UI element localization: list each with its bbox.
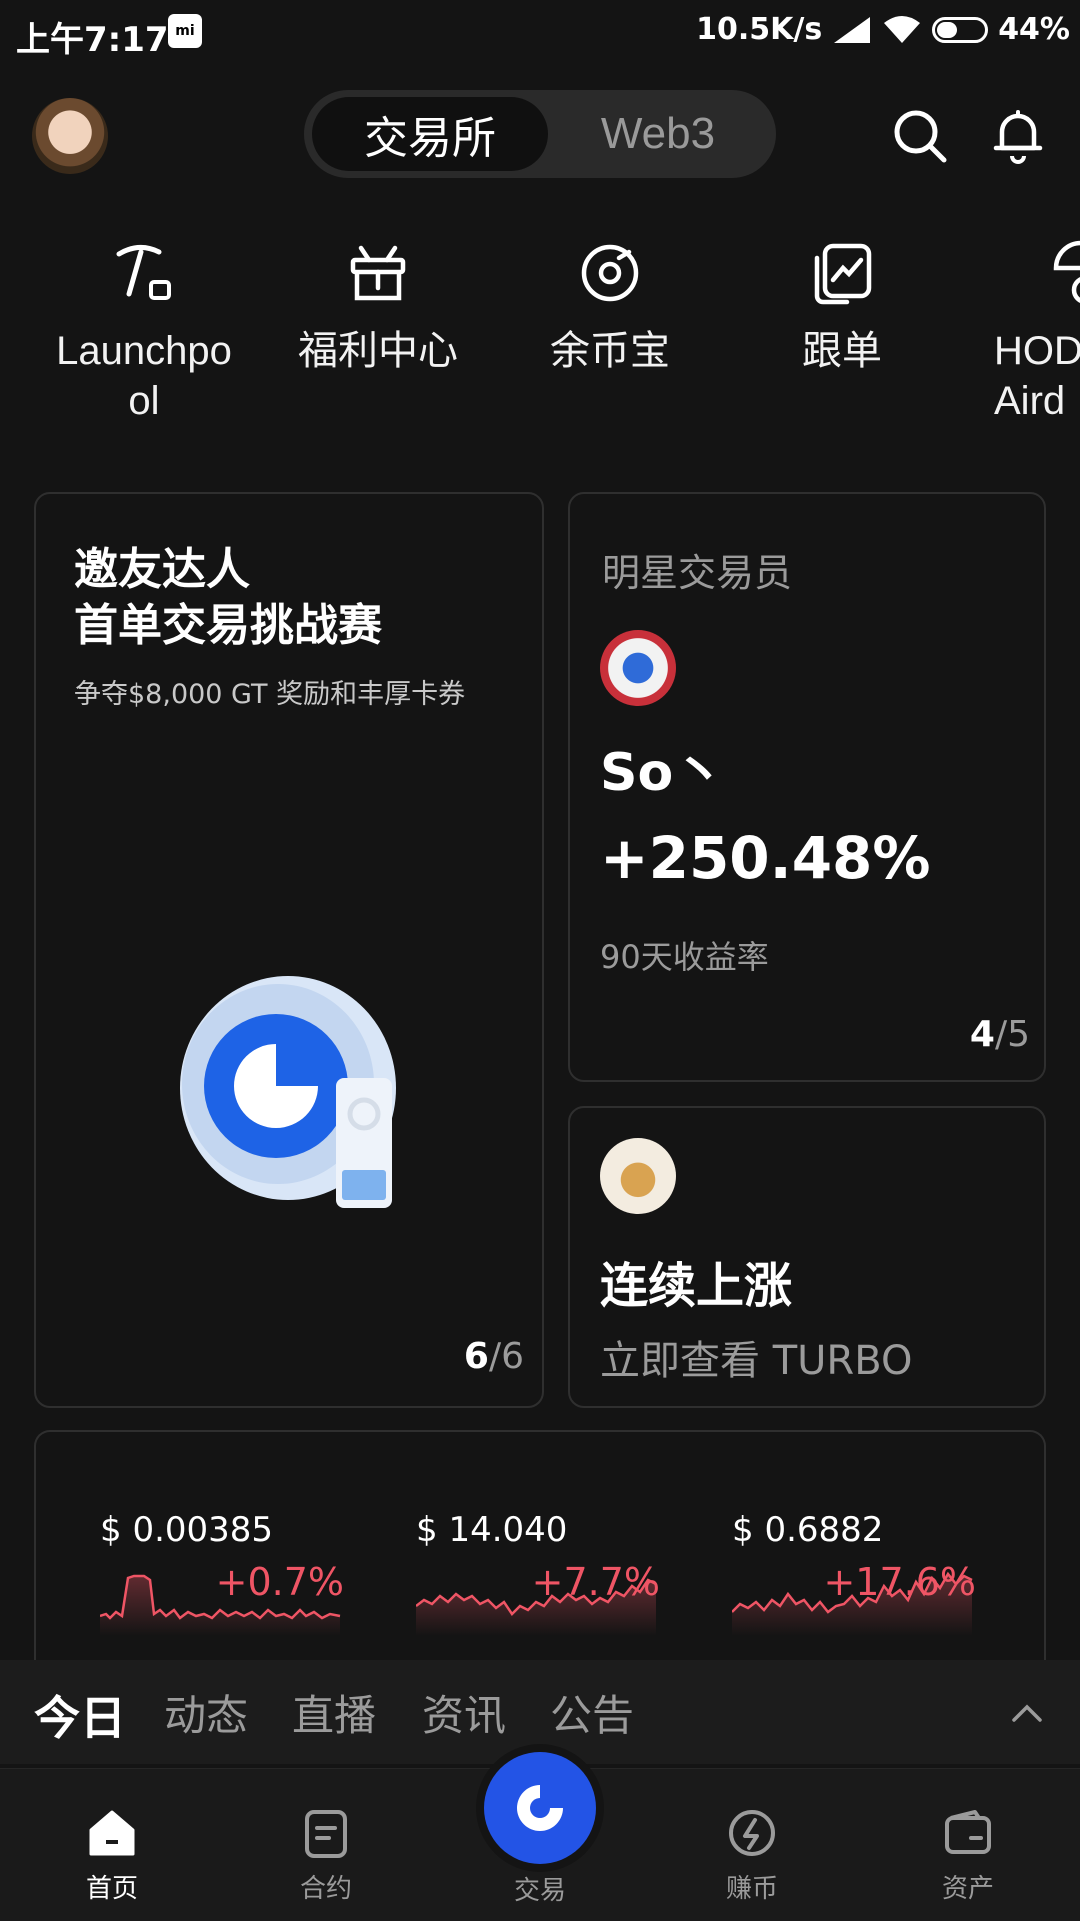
home-icon [89,1810,135,1856]
mi-app-icon: mi [168,14,202,48]
nav-label: 赚币 [725,1874,778,1904]
gate-logo-icon [517,1785,563,1831]
search-icon[interactable] [890,106,950,166]
trader-roi-label: 90天收益率 [600,938,769,976]
chevron-up-icon[interactable] [1010,1702,1044,1724]
ticker-change: +0.7% [215,1560,344,1604]
ticker-price: $ 0.6882 [732,1510,884,1550]
quick-action-savings[interactable]: 余币宝 [500,238,720,376]
quick-action-label: 余币宝 [550,328,670,374]
status-time: 上午7:17 [16,20,169,60]
network-speed: 10.5K/s [696,12,823,47]
tab-today[interactable]: 今日 [34,1682,126,1748]
rising-title: 连续上涨 [600,1258,793,1314]
nav-earn[interactable]: 赚币 [682,1806,822,1905]
nav-label: 资产 [941,1874,994,1904]
promo-pager: 6/6 [464,1336,524,1377]
tab-activity[interactable]: 动态 [164,1682,248,1743]
pickaxe-icon [116,245,171,300]
quick-action-rewards[interactable]: 福利中心 [268,238,488,376]
token-avatar [600,1138,676,1214]
quick-action-hodl-airdrop[interactable]: HOD Aird [966,238,1080,426]
wallet-icon [945,1810,991,1854]
pager-current: 4 [969,1014,995,1055]
wifi-icon [884,15,921,43]
trader-pager: 4/5 [970,1014,1030,1055]
nav-label: 合约 [299,1874,352,1904]
quick-action-copy-trade[interactable]: 跟单 [732,238,952,376]
quick-action-label: HOD Aird [994,329,1080,423]
quick-action-label: 福利中心 [298,328,458,374]
tab-exchange[interactable]: 交易所 [312,97,548,171]
quick-action-launchpool[interactable]: Launchpo ol [34,238,254,426]
tab-web3[interactable]: Web3 [572,97,744,171]
trader-name: So丶 [600,743,726,803]
feed-tabs-bar [0,1660,1080,1764]
ticker-price: $ 14.040 [416,1510,568,1550]
nav-trade-label[interactable]: 交易 [500,1870,580,1907]
ticker-item[interactable]: $ 0.00385 +0.7% [100,1510,350,1636]
tab-news[interactable]: 资讯 [422,1682,506,1743]
promo-title: 邀友达人 首单交易挑战赛 [74,544,382,651]
trader-avatar [600,630,676,706]
ticker-change: +17.6% [823,1560,976,1604]
ticker-item[interactable]: $ 0.6882 +17.6% [732,1510,982,1636]
rising-subtitle: 立即查看 TURBO [600,1338,913,1384]
ticker-item[interactable]: $ 14.040 +7.7% [416,1510,666,1636]
tab-announcements[interactable]: 公告 [550,1682,634,1743]
star-trader-card[interactable]: 明星交易员 So丶 +250.48% 90天收益率 4/5 [568,492,1046,1082]
battery-icon [932,16,989,43]
rising-card[interactable]: 连续上涨 立即查看 TURBO [568,1106,1046,1408]
coin-logo-illustration [180,976,396,1208]
pager-current: 6 [463,1336,489,1377]
airdrop-icon [1053,240,1080,303]
pager-total: /6 [488,1336,524,1377]
promo-subtitle: 争夺$8,000 GT 奖励和丰厚卡券 [74,679,466,710]
nav-home[interactable]: 首页 [42,1806,182,1905]
contract-icon [305,1810,347,1858]
coin-icon [581,244,639,302]
star-trader-label: 明星交易员 [602,551,793,595]
nav-label: 首页 [85,1874,138,1904]
tab-live[interactable]: 直播 [292,1682,376,1743]
promo-card[interactable]: 邀友达人 首单交易挑战赛 争夺$8,000 GT 奖励和丰厚卡券 6/6 [34,492,544,1408]
pager-total: /5 [994,1014,1030,1055]
ticker-change: +7.7% [531,1560,660,1604]
user-avatar[interactable] [32,98,108,174]
quick-action-label: Launchpo ol [56,329,232,423]
status-indicators: 10.5K/s 44% [696,12,1070,47]
quick-action-label: 跟单 [802,328,882,374]
battery-percent: 44% [998,12,1070,47]
nav-assets[interactable]: 资产 [898,1806,1038,1905]
nav-trade-button[interactable] [484,1752,596,1864]
copy-trade-icon [814,243,872,305]
gift-icon [350,245,406,301]
trader-roi: +250.48% [600,824,931,892]
signal-icon [834,16,871,43]
ticker-price: $ 0.00385 [100,1510,274,1550]
earn-icon [729,1810,775,1856]
bell-icon[interactable] [988,104,1048,164]
nav-futures[interactable]: 合约 [256,1806,396,1905]
